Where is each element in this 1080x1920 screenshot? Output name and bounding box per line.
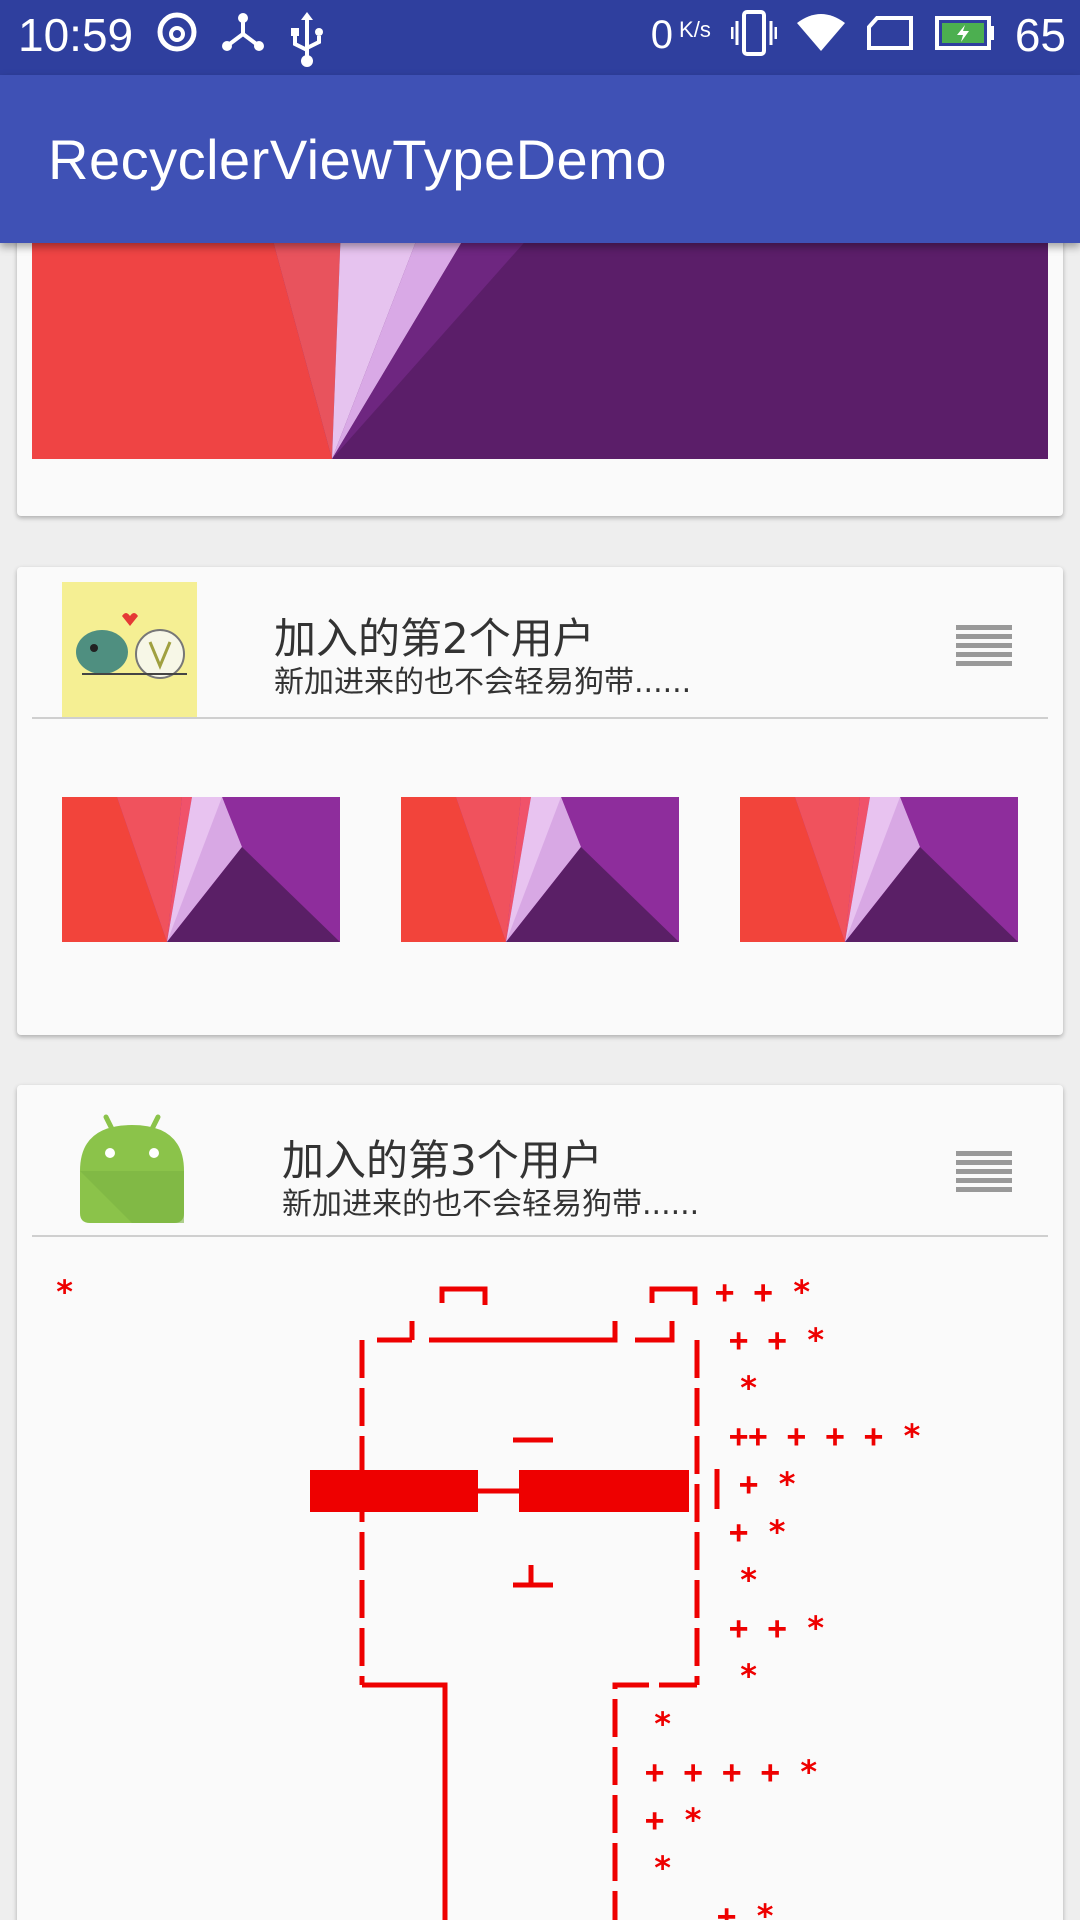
- user-description: 新加进来的也不会轻易狗带......: [274, 665, 692, 700]
- svg-text:+ *: + *: [739, 1465, 797, 1503]
- status-bar: 10:59 0 K/s 65: [0, 0, 1080, 75]
- svg-text:+ + *: + + *: [729, 1321, 825, 1359]
- battery-level: 65: [1014, 9, 1066, 61]
- image-thumbnails: [62, 797, 1018, 942]
- usb-icon: [287, 10, 327, 72]
- banner-card[interactable]: [17, 200, 1063, 516]
- user-header: 加入的第2个用户 新加进来的也不会轻易狗带......: [32, 567, 1048, 719]
- net-speed-unit: K/s: [679, 16, 711, 42]
- app-title: RecyclerViewTypeDemo: [48, 128, 667, 191]
- vibrate-icon: [730, 9, 778, 61]
- app-bar: RecyclerViewTypeDemo: [0, 75, 1080, 243]
- svg-text:+ + *: + + *: [715, 1273, 811, 1311]
- svg-text:*: *: [739, 1561, 758, 1599]
- svg-text:++ + + + *: ++ + + + *: [729, 1417, 922, 1455]
- netease-music-icon: [155, 10, 199, 72]
- svg-text:*: *: [739, 1369, 758, 1407]
- thumbnail-image[interactable]: [401, 797, 679, 942]
- battery-charging-icon: [934, 16, 995, 54]
- svg-text:*: *: [55, 1273, 74, 1311]
- net-speed-value: 0: [650, 12, 674, 57]
- status-time: 10:59: [18, 9, 134, 61]
- avatar: [62, 582, 197, 717]
- menu-icon[interactable]: [956, 625, 1012, 667]
- svg-text:+ *: + *: [729, 1513, 787, 1551]
- sim-icon: [865, 15, 915, 55]
- svg-text:*: *: [653, 1849, 672, 1887]
- user-card-3[interactable]: 加入的第3个用户 新加进来的也不会轻易狗带...... * + + * + + …: [17, 1085, 1063, 1920]
- ascii-art-image: * + + * + + * * ++ + + + * + * + * * + +…: [55, 1273, 922, 1920]
- svg-text:*: *: [739, 1657, 758, 1695]
- status-right-icons: 0 K/s 65: [651, 8, 1066, 62]
- svg-text:+ *: + *: [645, 1801, 703, 1839]
- thumbnail-image[interactable]: [740, 797, 1018, 942]
- svg-text:+ *: + *: [717, 1897, 775, 1920]
- svg-text:*: *: [653, 1705, 672, 1743]
- share-hub-icon: [221, 10, 265, 72]
- wifi-icon: [796, 13, 845, 57]
- status-left-icons: [155, 10, 327, 72]
- user-card-2[interactable]: 加入的第2个用户 新加进来的也不会轻易狗带......: [17, 567, 1063, 1035]
- svg-text:+ + *: + + *: [729, 1609, 825, 1647]
- svg-text:+ + + + *: + + + + *: [645, 1753, 818, 1791]
- net-speed: 0 K/s: [651, 13, 711, 58]
- thumbnail-image[interactable]: [62, 797, 340, 942]
